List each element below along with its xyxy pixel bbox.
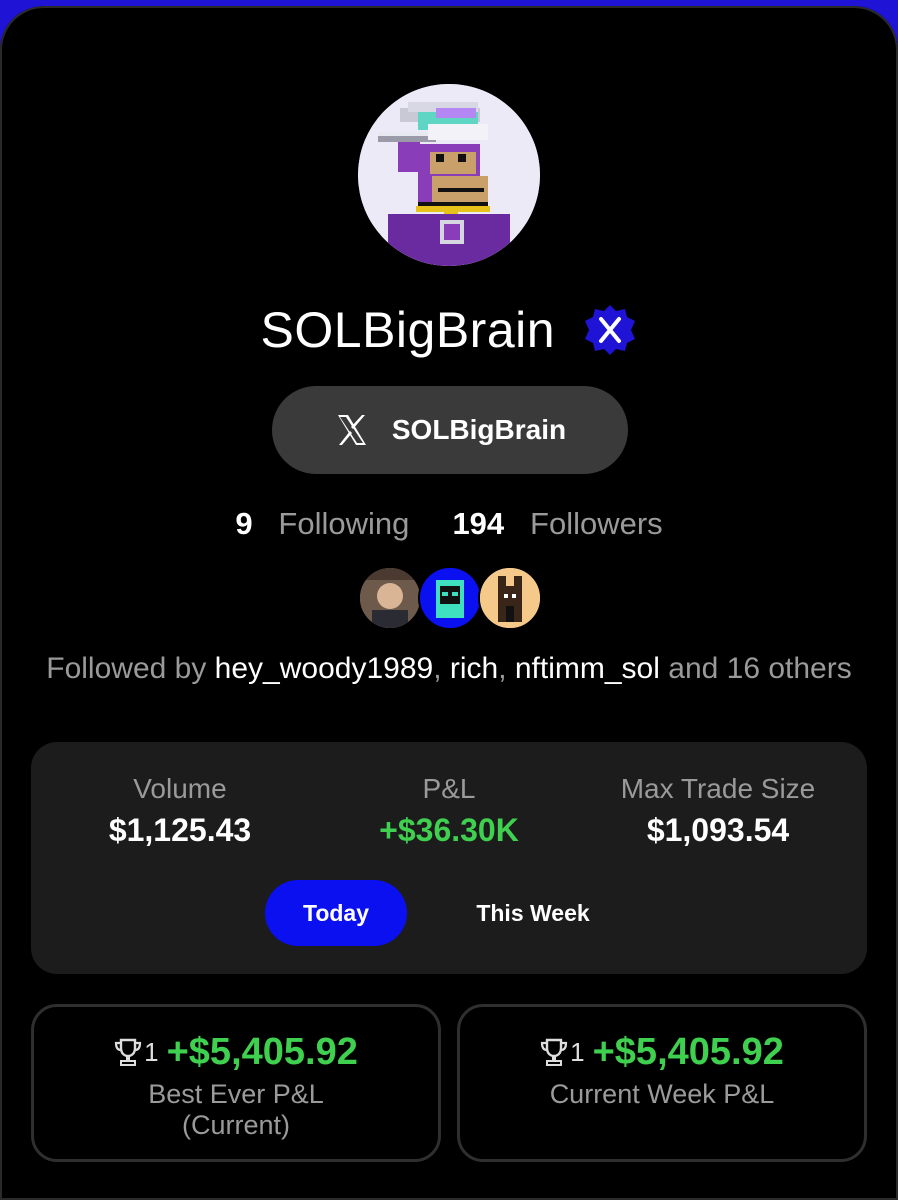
stat-label: Volume — [133, 773, 227, 804]
rank-number: 1 — [144, 1036, 159, 1067]
trophy-icon — [115, 1038, 142, 1066]
mutual-followers-avatars[interactable] — [358, 566, 542, 630]
stat-max-trade-size: Max Trade Size $1,093.54 — [588, 772, 848, 852]
profile-title-row: SOLBigBrain — [0, 296, 898, 360]
stat-value: +$36.30K — [379, 812, 519, 848]
x-logo-icon — [337, 415, 366, 445]
stat-label: P&L — [422, 773, 476, 804]
pnl-amount: +$5,405.92 — [592, 1030, 784, 1073]
tab-today[interactable]: Today — [265, 880, 407, 946]
follower-avatar[interactable] — [418, 566, 482, 630]
x-handle-button[interactable]: SOLBigBrain — [272, 386, 628, 474]
card-subtitle: Best Ever P&L — [148, 1079, 324, 1109]
pixel-avatar-icon — [420, 568, 480, 628]
pixel-avatar-icon — [480, 568, 540, 628]
card-subtitle-2: (Current) — [181, 1110, 290, 1140]
follower-name-link[interactable]: rich — [450, 652, 498, 685]
tab-this-week[interactable]: This Week — [448, 880, 618, 946]
profile-avatar — [358, 84, 540, 266]
handle-text: SOLBigBrain — [391, 414, 567, 445]
follower-avatar[interactable] — [358, 566, 422, 630]
follow-counts: 9 Following 194 Followers — [0, 504, 898, 544]
pixel-ape-avatar-icon — [358, 84, 540, 266]
x-verified-badge-icon — [585, 304, 636, 355]
stat-volume: Volume $1,125.43 — [50, 772, 310, 852]
followed-by-prefix: Followed by — [46, 652, 215, 685]
card-subtitle: Current Week P&L — [549, 1079, 775, 1109]
following-count[interactable]: 9 — [235, 506, 252, 541]
following-label[interactable]: Following — [278, 506, 409, 541]
follower-name-link[interactable]: hey_woody1989 — [215, 652, 434, 685]
follower-avatar[interactable] — [478, 566, 542, 630]
stat-pnl: P&L +$36.30K — [319, 772, 579, 852]
profile-sheet: SOLBigBrain SOLBigBrain 9 Following 194 — [0, 6, 898, 1200]
followed-by-text: Followed by hey_woody1989, rich, nftimm_… — [46, 652, 852, 685]
current-week-pnl-card[interactable]: 1 +$5,405.92 Current Week P&L — [457, 1004, 867, 1162]
best-ever-pnl-card[interactable]: 1 +$5,405.92 Best Ever P&L (Current) — [31, 1004, 441, 1162]
followers-count[interactable]: 194 — [452, 506, 504, 541]
followers-label[interactable]: Followers — [530, 506, 663, 541]
followed-by-suffix[interactable]: and 16 others — [660, 652, 851, 685]
stat-label: Max Trade Size — [620, 773, 816, 804]
rank-number: 1 — [570, 1036, 585, 1067]
trophy-icon — [541, 1038, 568, 1066]
trading-stats-card: Volume $1,125.43 P&L +$36.30K Max Trade … — [31, 742, 867, 974]
stat-value: $1,125.43 — [108, 812, 252, 848]
photo-avatar-icon — [360, 568, 420, 628]
stat-value: $1,093.54 — [646, 812, 790, 848]
follower-name-link[interactable]: nftimm_sol — [515, 652, 660, 685]
display-name: SOLBigBrain — [260, 301, 556, 358]
app-frame: SOLBigBrain SOLBigBrain 9 Following 194 — [0, 0, 898, 1200]
pnl-amount: +$5,405.92 — [166, 1030, 358, 1073]
